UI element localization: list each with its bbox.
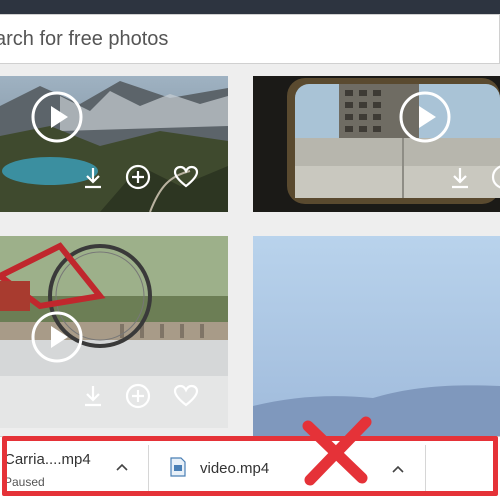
download-icon[interactable] bbox=[449, 166, 471, 195]
top-band bbox=[0, 0, 500, 14]
add-icon[interactable] bbox=[125, 164, 151, 195]
download-filename: video.mp4 bbox=[200, 460, 270, 477]
play-icon[interactable] bbox=[30, 310, 84, 369]
video-tile-sky[interactable] bbox=[253, 236, 500, 436]
download-status: Paused bbox=[4, 475, 45, 489]
video-tile-train-window[interactable] bbox=[253, 76, 500, 212]
download-icon[interactable] bbox=[82, 384, 104, 413]
download-filename: Carria....mp4 bbox=[4, 451, 91, 468]
downloads-bar: Carria....mp4 Paused video.mp4 bbox=[0, 436, 500, 500]
add-icon[interactable] bbox=[125, 383, 151, 414]
add-icon[interactable] bbox=[491, 164, 500, 195]
download-divider bbox=[148, 445, 149, 495]
download-item-carria[interactable]: Carria....mp4 Paused bbox=[0, 437, 148, 500]
download-item-video[interactable]: video.mp4 bbox=[150, 437, 425, 500]
sky-thumbnail bbox=[253, 236, 500, 436]
search-bar[interactable] bbox=[0, 14, 500, 64]
play-icon[interactable] bbox=[30, 90, 84, 149]
play-icon[interactable] bbox=[398, 90, 452, 149]
search-input[interactable] bbox=[0, 15, 499, 63]
download-icon[interactable] bbox=[82, 166, 104, 195]
gallery-gap bbox=[0, 64, 500, 76]
heart-icon[interactable] bbox=[173, 384, 199, 413]
video-tile-mountains[interactable] bbox=[0, 76, 228, 212]
heart-icon[interactable] bbox=[173, 165, 199, 194]
download-divider bbox=[425, 445, 426, 495]
chevron-up-icon[interactable] bbox=[116, 459, 128, 474]
video-file-icon bbox=[170, 457, 186, 482]
chevron-up-icon[interactable] bbox=[392, 461, 404, 476]
video-tile-bicycle[interactable] bbox=[0, 236, 228, 428]
